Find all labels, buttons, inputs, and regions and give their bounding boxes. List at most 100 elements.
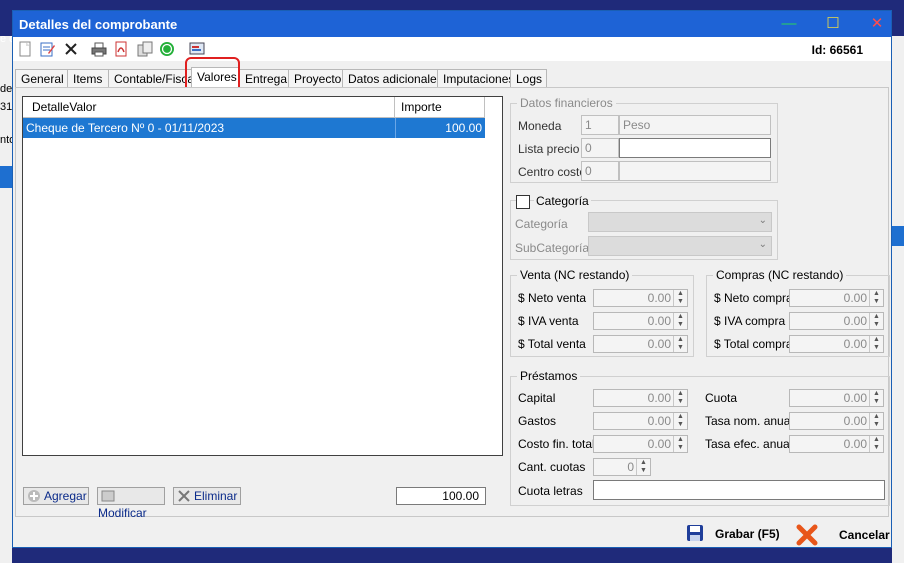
capital-label: Capital bbox=[518, 391, 556, 405]
iva-venta-label: $ IVA venta bbox=[518, 314, 579, 328]
spinner-icon[interactable]: ▲ ▼ bbox=[869, 436, 883, 452]
neto-venta-field[interactable]: 0.00 ▲ ▼ bbox=[593, 289, 688, 307]
chevron-down-icon: ⌄ bbox=[758, 215, 767, 226]
column-header-detalle[interactable]: DetalleValor bbox=[23, 97, 395, 117]
tasa-nom-label: Tasa nom. anual bbox=[705, 414, 794, 428]
table-row[interactable]: Cheque de Tercero Nº 0 - 01/11/2023 100.… bbox=[23, 118, 485, 138]
categoria-checkbox-label: Categoría bbox=[534, 194, 591, 208]
cell-detalle: Cheque de Tercero Nº 0 - 01/11/2023 bbox=[26, 121, 225, 135]
tab-entrega[interactable]: Entrega bbox=[239, 69, 289, 87]
tab-contable-fiscal[interactable]: Contable/Fiscal bbox=[108, 69, 197, 87]
valores-grid[interactable]: DetalleValor Importe Cheque de Tercero N… bbox=[22, 96, 503, 456]
spinner-icon[interactable]: ▲ ▼ bbox=[673, 436, 687, 452]
agregar-label: Agregar bbox=[44, 489, 87, 503]
tasa-efec-field[interactable]: 0.00 ▲ ▼ bbox=[789, 435, 884, 453]
background-left-fragment bbox=[0, 36, 12, 563]
capital-field[interactable]: 0.00 ▲ ▼ bbox=[593, 389, 688, 407]
tab-bar: General Items Contable/Fiscal Valores En… bbox=[13, 67, 891, 88]
spinner-icon[interactable]: ▲ ▼ bbox=[869, 290, 883, 306]
lista-precio-name-field[interactable] bbox=[619, 138, 771, 158]
background-text: de bbox=[0, 83, 13, 95]
background-right-fragment bbox=[892, 36, 904, 563]
datos-financieros-title: Datos financieros bbox=[517, 96, 616, 110]
cancelar-button[interactable]: Cancelar bbox=[795, 523, 891, 547]
tasa-nom-value: 0.00 bbox=[843, 414, 867, 428]
gastos-field[interactable]: 0.00 ▲ ▼ bbox=[593, 412, 688, 430]
iva-compra-value: 0.00 bbox=[843, 314, 867, 328]
costo-fin-label: Costo fin. total bbox=[518, 437, 595, 451]
cuota-letras-label: Cuota letras bbox=[518, 484, 583, 498]
delete-icon bbox=[178, 490, 190, 502]
neto-venta-value: 0.00 bbox=[647, 291, 671, 305]
edit-document-icon[interactable] bbox=[39, 41, 55, 57]
spinner-icon[interactable]: ▲ ▼ bbox=[869, 390, 883, 406]
spinner-icon[interactable]: ▲ ▼ bbox=[673, 313, 687, 329]
moneda-label: Moneda bbox=[518, 119, 562, 133]
new-document-icon[interactable] bbox=[17, 41, 33, 57]
delete-icon[interactable] bbox=[63, 41, 79, 57]
compras-title: Compras (NC restando) bbox=[713, 268, 847, 282]
close-button[interactable]: ✕ bbox=[863, 14, 891, 34]
tab-imputaciones[interactable]: Imputaciones bbox=[437, 69, 514, 87]
edit-icon bbox=[101, 490, 115, 502]
grabar-label: Grabar (F5) bbox=[715, 527, 780, 541]
spinner-icon[interactable]: ▲ ▼ bbox=[673, 290, 687, 306]
minimize-button[interactable]: — bbox=[775, 14, 803, 34]
grabar-button[interactable]: Grabar (F5) bbox=[685, 523, 785, 545]
grid-header: DetalleValor Importe bbox=[23, 97, 485, 118]
iva-venta-field[interactable]: 0.00 ▲ ▼ bbox=[593, 312, 688, 330]
tasa-efec-label: Tasa efec. anual bbox=[705, 437, 793, 451]
moneda-code-field[interactable]: 1 bbox=[581, 115, 619, 135]
copy-icon[interactable] bbox=[137, 41, 153, 57]
footer-bar: Grabar (F5) Cancelar bbox=[13, 517, 891, 547]
total-compra-value: 0.00 bbox=[843, 337, 867, 351]
total-venta-field[interactable]: 0.00 ▲ ▼ bbox=[593, 335, 688, 353]
spinner-icon[interactable]: ▲ ▼ bbox=[869, 313, 883, 329]
neto-compra-field[interactable]: 0.00 ▲ ▼ bbox=[789, 289, 884, 307]
cant-cuotas-label: Cant. cuotas bbox=[518, 460, 586, 474]
tab-datos-adicionales[interactable]: Datos adicionales bbox=[342, 69, 443, 87]
centro-costo-code-field[interactable]: 0 bbox=[581, 161, 619, 181]
spinner-icon[interactable]: ▲ ▼ bbox=[869, 413, 883, 429]
prestamos-title: Préstamos bbox=[517, 369, 581, 383]
spinner-icon[interactable]: ▲ ▼ bbox=[673, 336, 687, 352]
tab-items[interactable]: Items bbox=[67, 69, 109, 87]
categoria-label: Categoría bbox=[515, 217, 568, 231]
record-id: Id: 66561 bbox=[811, 43, 863, 57]
modificar-button[interactable]: Modificar bbox=[97, 487, 165, 520]
cuota-letras-field[interactable] bbox=[593, 480, 885, 500]
column-header-importe[interactable]: Importe bbox=[395, 97, 485, 117]
whatsapp-icon[interactable] bbox=[159, 41, 175, 57]
eliminar-button[interactable]: Eliminar bbox=[173, 487, 241, 505]
gastos-value: 0.00 bbox=[647, 414, 671, 428]
cant-cuotas-field[interactable]: 0 ▲ ▼ bbox=[593, 458, 651, 476]
categoria-select[interactable]: ⌄ bbox=[588, 212, 772, 232]
categoria-checkbox[interactable] bbox=[516, 195, 530, 209]
centro-costo-label: Centro costo bbox=[518, 165, 587, 179]
tab-general[interactable]: General bbox=[15, 69, 68, 87]
report-icon[interactable] bbox=[189, 41, 205, 57]
lista-precio-label: Lista precio bbox=[518, 142, 580, 156]
pdf-icon[interactable] bbox=[113, 41, 129, 57]
total-compra-field[interactable]: 0.00 ▲ ▼ bbox=[789, 335, 884, 353]
print-icon[interactable] bbox=[91, 41, 107, 57]
iva-compra-field[interactable]: 0.00 ▲ ▼ bbox=[789, 312, 884, 330]
lista-precio-code-field[interactable]: 0 bbox=[581, 138, 619, 158]
spinner-icon[interactable]: ▲ ▼ bbox=[869, 336, 883, 352]
tasa-efec-value: 0.00 bbox=[843, 437, 867, 451]
centro-costo-name-field[interactable] bbox=[619, 161, 771, 181]
tab-logs[interactable]: Logs bbox=[510, 69, 547, 87]
subcategoria-select[interactable]: ⌄ bbox=[588, 236, 772, 256]
cuota-value: 0.00 bbox=[843, 391, 867, 405]
tab-proyecto[interactable]: Proyecto bbox=[288, 69, 343, 87]
spinner-icon[interactable]: ▲ ▼ bbox=[673, 390, 687, 406]
costo-fin-field[interactable]: 0.00 ▲ ▼ bbox=[593, 435, 688, 453]
moneda-name-field[interactable]: Peso bbox=[619, 115, 771, 135]
tasa-nom-field[interactable]: 0.00 ▲ ▼ bbox=[789, 412, 884, 430]
cuota-field[interactable]: 0.00 ▲ ▼ bbox=[789, 389, 884, 407]
spinner-icon[interactable]: ▲ ▼ bbox=[636, 459, 650, 475]
spinner-icon[interactable]: ▲ ▼ bbox=[673, 413, 687, 429]
eliminar-label: Eliminar bbox=[194, 489, 238, 503]
agregar-button[interactable]: Agregar bbox=[23, 487, 89, 505]
maximize-button[interactable]: ☐ bbox=[819, 14, 847, 34]
